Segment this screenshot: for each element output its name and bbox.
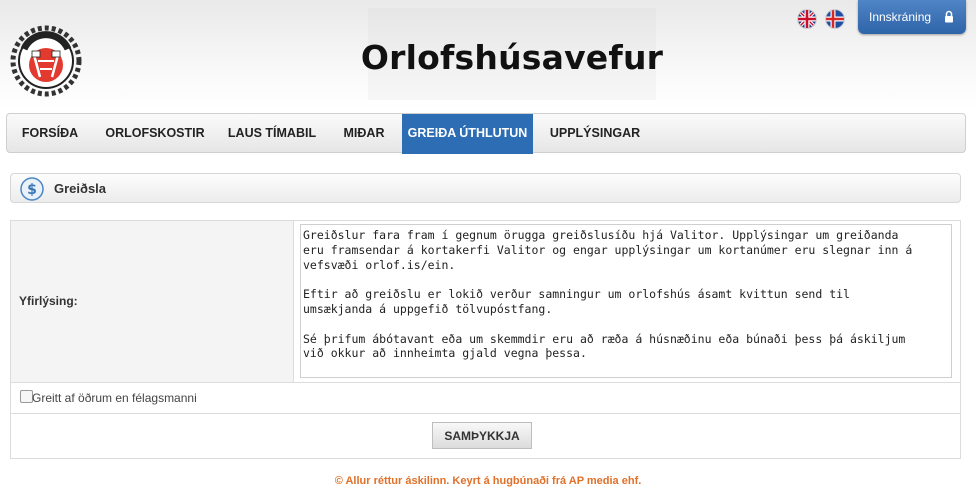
footer-copyright: © Allur réttur áskilinn. Keyrt á hugbúna… [334, 475, 642, 487]
nav-item-orlofskostir[interactable]: ORLOFSKOSTIR [93, 114, 217, 154]
nav-item-midar[interactable]: MIÐAR [327, 114, 401, 154]
paid-by-other-label: Greitt af öðrum en félagsmanni [32, 391, 197, 405]
nav-item-forsida[interactable]: FORSÍÐA [7, 114, 93, 154]
declaration-textbox[interactable]: Greiðslur fara fram í gegnum örugga grei… [300, 224, 952, 378]
declaration-row: Yfirlýsing: Greiðslur fara fram í gegnum… [11, 221, 960, 383]
main-nav: FORSÍÐA ORLOFSKOSTIR LAUS TÍMABIL MIÐAR … [6, 113, 966, 154]
payment-form: Yfirlýsing: Greiðslur fara fram í gegnum… [10, 220, 961, 459]
uk-flag-icon[interactable] [797, 9, 817, 29]
section-header: $ Greiðsla [10, 173, 961, 203]
svg-text:$: $ [27, 182, 37, 198]
site-title-text: Orlofshúsavefur [360, 37, 664, 77]
checkbox-row: Greitt af öðrum en félagsmanni [11, 382, 960, 414]
site-title: Orlofshúsavefur [361, 8, 663, 100]
login-label: Innskráning [869, 10, 932, 24]
union-logo[interactable] [10, 25, 82, 97]
nav-item-laus-timabil[interactable]: LAUS TÍMABIL [217, 114, 327, 154]
iceland-flag-icon[interactable] [825, 9, 845, 29]
lock-icon [944, 10, 954, 26]
accept-button[interactable]: SAMÞYKKJA [432, 422, 532, 449]
page-header: Orlofshúsavefur Innskráning [0, 0, 976, 110]
nav-item-greida-uthlutun[interactable]: GREIÐA ÚTHLUTUN [402, 114, 533, 154]
section-title: Greiðsla [54, 181, 107, 196]
declaration-label: Yfirlýsing: [19, 294, 78, 308]
nav-item-upplysingar[interactable]: UPPLÝSINGAR [537, 114, 653, 154]
login-button[interactable]: Innskráning [858, 0, 966, 34]
dollar-icon: $ [20, 177, 44, 206]
declaration-label-cell: Yfirlýsing: [11, 221, 294, 382]
